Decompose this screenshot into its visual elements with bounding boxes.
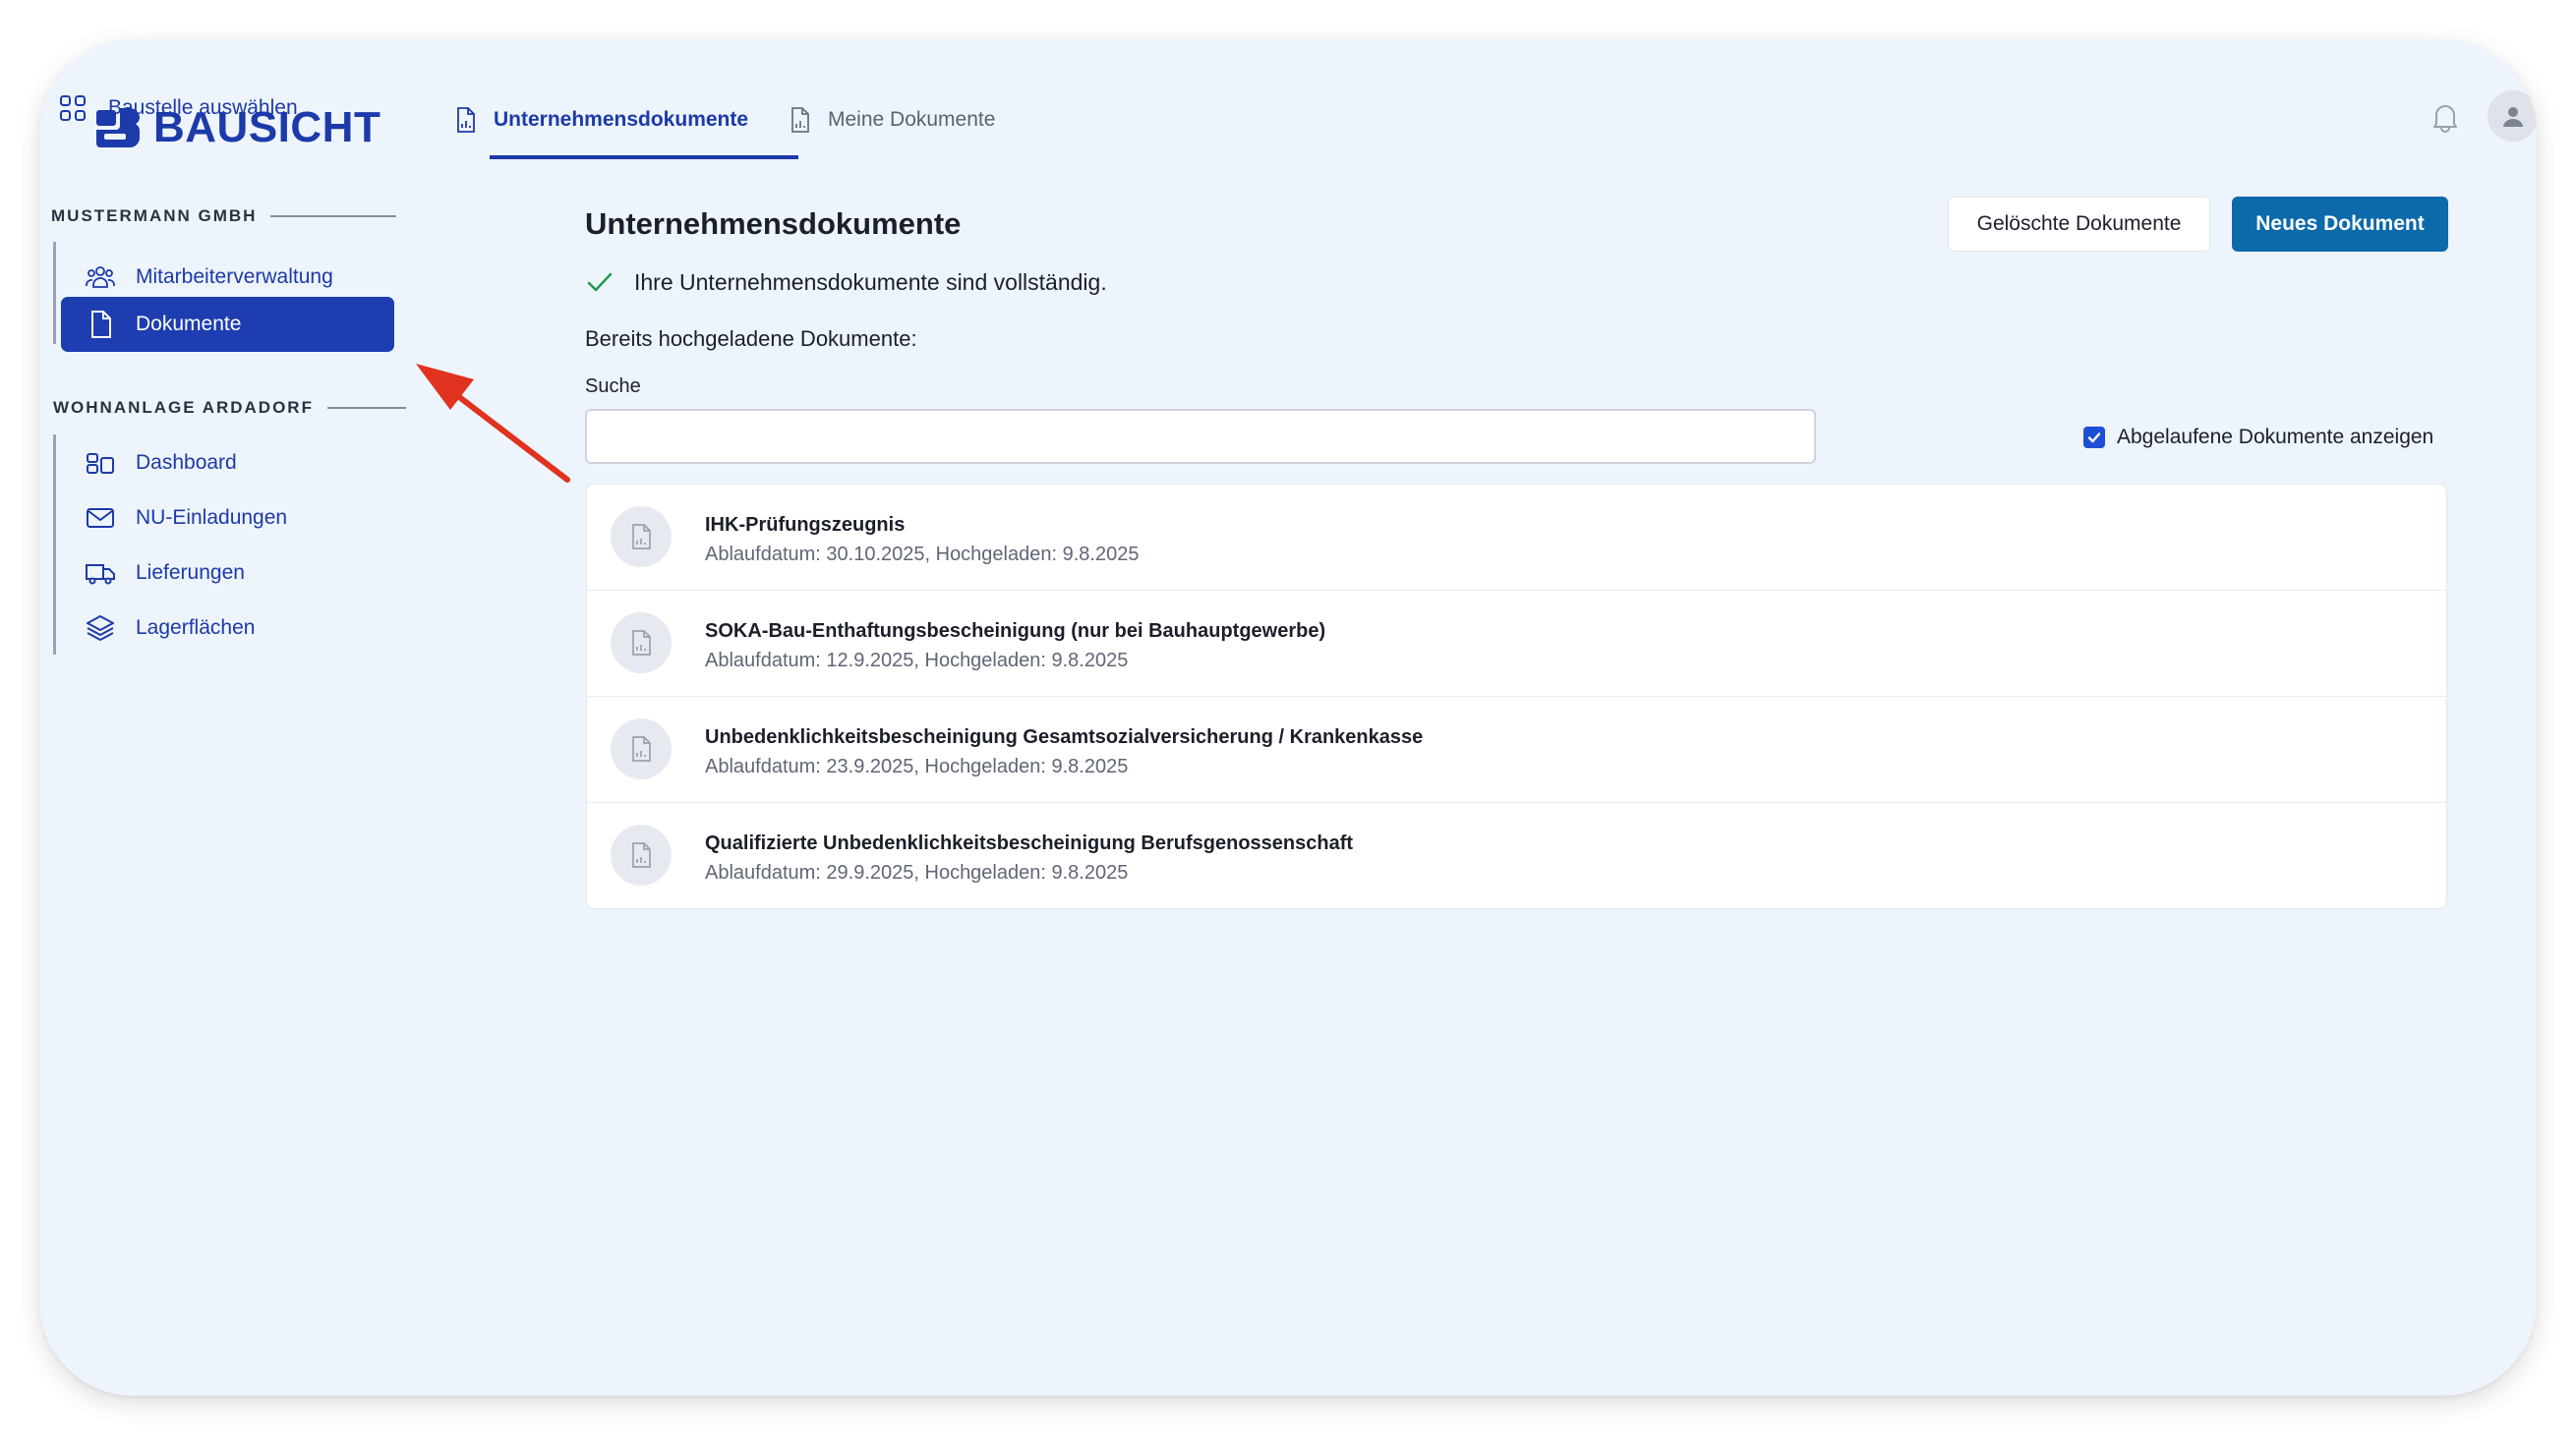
document-list: IHK-Prüfungszeugnis Ablaufdatum: 30.10.2… [586, 484, 2447, 909]
mail-icon [87, 508, 114, 528]
file-icon [632, 630, 651, 656]
check-icon [587, 272, 613, 292]
section-divider [270, 215, 397, 217]
search-input[interactable] [585, 409, 1816, 464]
document-meta: Ablaufdatum: 23.9.2025, Hochgeladen: 9.8… [705, 756, 1129, 777]
sidebar-item-lieferungen[interactable]: Lieferungen [75, 549, 245, 597]
bell-icon[interactable] [2429, 100, 2462, 134]
document-name: Unbedenklichkeitsbescheinigung Gesamtsoz… [705, 726, 1424, 748]
document-name: SOKA-Bau-Enthaftungsbescheinigung (nur b… [705, 620, 1326, 642]
document-chart-icon [457, 107, 475, 133]
sidebar-item-nu-einladungen[interactable]: NU-Einladungen [75, 494, 287, 542]
new-document-button[interactable]: Neues Dokument [2232, 197, 2448, 252]
sidebar-item-label: Dashboard [136, 451, 237, 474]
document-meta: Ablaufdatum: 12.9.2025, Hochgeladen: 9.8… [705, 650, 1129, 671]
file-icon-badge [611, 825, 672, 886]
document-row[interactable]: IHK-Prüfungszeugnis Ablaufdatum: 30.10.2… [587, 485, 2446, 591]
search-label: Suche [585, 375, 641, 397]
uploaded-heading: Bereits hochgeladene Dokumente: [585, 326, 917, 351]
file-icon [632, 524, 651, 549]
section-guide-line [53, 434, 56, 655]
file-icon-badge [611, 506, 672, 567]
select-site-link[interactable]: Baustelle auswählen [57, 88, 298, 128]
file-icon [632, 736, 651, 762]
show-expired-toggle[interactable]: Abgelaufene Dokumente anzeigen [2083, 426, 2433, 449]
status-text: Ihre Unternehmensdokumente sind vollstän… [634, 268, 1107, 295]
show-expired-checkbox[interactable] [2083, 427, 2105, 448]
document-row[interactable]: Qualifizierte Unbedenklichkeitsbescheini… [587, 803, 2446, 908]
sidebar-item-label: Dokumente [136, 313, 242, 335]
sidebar-item-dashboard[interactable]: Dashboard [75, 439, 237, 487]
section-title-company: MUSTERMANN GMBH [51, 206, 397, 226]
tab-meine-dokumente[interactable]: Meine Dokumente [787, 106, 995, 134]
file-icon [632, 842, 651, 868]
tab-unternehmensdokumente[interactable]: Unternehmensdokumente [452, 106, 748, 134]
dashboard-icon [87, 453, 114, 474]
document-icon [91, 311, 111, 338]
file-icon-badge [611, 718, 672, 779]
sidebar-item-label: NU-Einladungen [136, 506, 288, 529]
layers-icon [87, 615, 114, 641]
section-title-project: WOHNANLAGE ARDADORF [53, 398, 406, 418]
avatar[interactable] [2488, 90, 2537, 142]
sidebar-item-label: Mitarbeiterverwaltung [136, 265, 333, 288]
document-chart-icon [791, 107, 809, 133]
truck-icon [86, 564, 115, 585]
select-site-label: Baustelle auswählen [108, 96, 298, 119]
document-row[interactable]: Unbedenklichkeitsbescheinigung Gesamtsoz… [587, 697, 2446, 803]
section-divider [326, 407, 406, 409]
file-icon-badge [611, 612, 672, 673]
tab-label: Meine Dokumente [828, 108, 996, 131]
deleted-documents-button[interactable]: Gelöschte Dokumente [1948, 197, 2210, 252]
active-tab-indicator [490, 155, 798, 159]
grid-icon [60, 95, 86, 121]
document-name: IHK-Prüfungszeugnis [705, 514, 906, 536]
sidebar-item-label: Lagerflächen [136, 616, 256, 639]
sidebar-item-label: Lieferungen [136, 561, 245, 584]
checkmark-icon [2087, 432, 2101, 443]
app-window: BAUSICHT Baustelle auswählen MUSTERMANN … [39, 39, 2537, 1396]
user-icon [2503, 107, 2523, 127]
section-guide-line [53, 242, 56, 344]
document-name: Qualifizierte Unbedenklichkeitsbescheini… [705, 832, 1354, 854]
sidebar-item-lagerflaechen[interactable]: Lagerflächen [75, 604, 255, 652]
document-meta: Ablaufdatum: 30.10.2025, Hochgeladen: 9.… [705, 544, 1140, 565]
sidebar-item-dokumente[interactable]: Dokumente [61, 297, 394, 352]
show-expired-label: Abgelaufene Dokumente anzeigen [2117, 426, 2434, 448]
tab-label: Unternehmensdokumente [494, 108, 749, 131]
page-title: Unternehmensdokumente [585, 206, 962, 241]
document-row[interactable]: SOKA-Bau-Enthaftungsbescheinigung (nur b… [587, 591, 2446, 697]
document-meta: Ablaufdatum: 29.9.2025, Hochgeladen: 9.8… [705, 862, 1129, 884]
users-icon [86, 266, 115, 288]
sidebar-item-mitarbeiterverwaltung[interactable]: Mitarbeiterverwaltung [75, 254, 333, 301]
completeness-status: Ihre Unternehmensdokumente sind vollstän… [585, 267, 1107, 297]
